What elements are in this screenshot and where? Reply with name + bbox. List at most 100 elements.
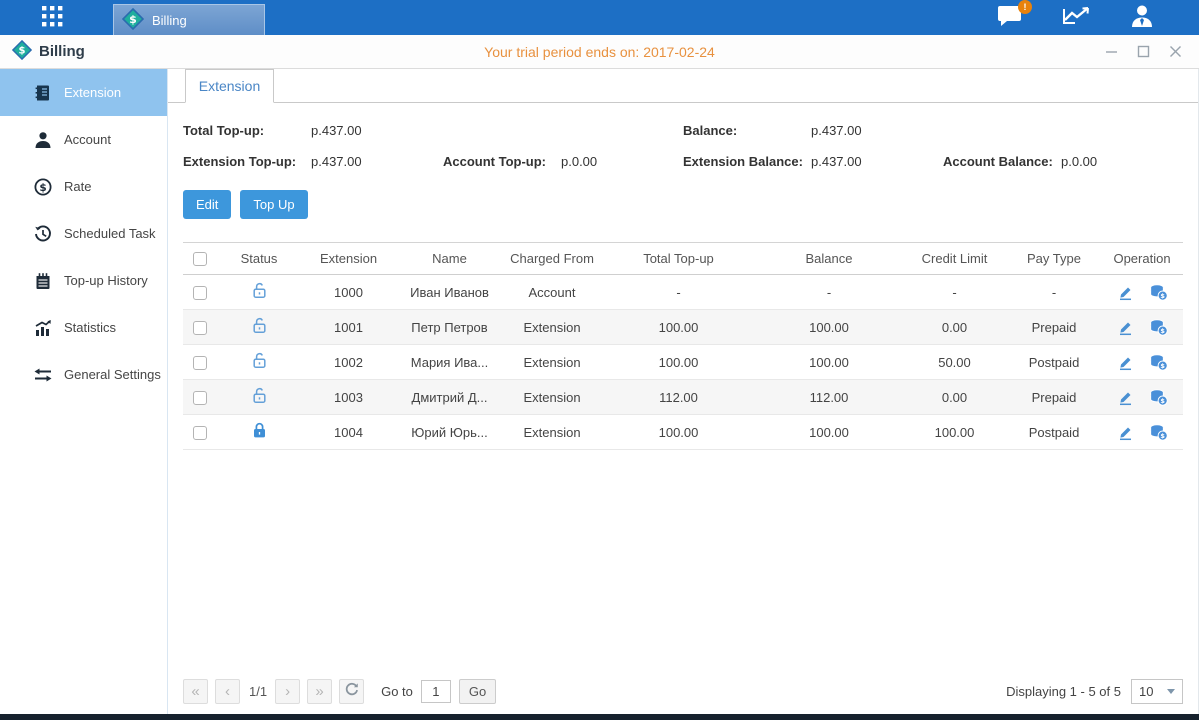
cell-total-topup: -: [601, 275, 756, 310]
top-up-coins-icon[interactable]: $: [1149, 354, 1168, 371]
cell-total-topup: 112.00: [601, 380, 756, 415]
table-row[interactable]: 1000 Иван Иванов Account - - - -: [183, 275, 1183, 310]
table-row[interactable]: 1003 Дмитрий Д... Extension 112.00 112.0…: [183, 380, 1183, 415]
bottom-strip: [0, 714, 1199, 720]
sidebar-item-label: Rate: [64, 179, 91, 194]
extension-topup-value: p.437.00: [311, 154, 429, 169]
column-header-operation[interactable]: Operation: [1101, 243, 1183, 275]
top-up-coins-icon[interactable]: $: [1149, 389, 1168, 406]
top-up-coins-icon[interactable]: $: [1149, 424, 1168, 441]
minimize-button[interactable]: [1103, 44, 1119, 60]
top-up-coins-icon[interactable]: $: [1149, 319, 1168, 336]
edit-pencil-icon[interactable]: [1117, 424, 1134, 441]
account-balance-value: p.0.00: [1061, 154, 1179, 169]
next-page-button[interactable]: ›: [275, 679, 300, 704]
statistics-topbar-button[interactable]: [1061, 5, 1091, 31]
table-header-row: Status Extension Name Charged From Total…: [183, 243, 1183, 275]
cell-balance: 100.00: [756, 310, 902, 345]
sidebar-item-topup-history[interactable]: Top-up History: [0, 257, 167, 304]
maximize-button[interactable]: [1135, 44, 1151, 60]
cell-credit-limit: 0.00: [902, 310, 1007, 345]
cell-name: Иван Иванов: [396, 275, 503, 310]
row-checkbox[interactable]: [193, 391, 207, 405]
cell-credit-limit: -: [902, 275, 1007, 310]
sidebar-item-account[interactable]: Account: [0, 116, 167, 163]
cell-total-topup: 100.00: [601, 310, 756, 345]
column-header-balance[interactable]: Balance: [756, 243, 902, 275]
billing-summary: Total Top-up: p.437.00 Extension Top-up:…: [183, 115, 1183, 177]
edit-pencil-icon[interactable]: [1117, 284, 1134, 301]
svg-text:$: $: [1160, 432, 1165, 440]
top-up-button[interactable]: Top Up: [240, 190, 307, 219]
cell-credit-limit: 0.00: [902, 380, 1007, 415]
close-button[interactable]: [1167, 44, 1183, 60]
lock-closed-icon: [251, 427, 268, 442]
column-header-pay-type[interactable]: Pay Type: [1007, 243, 1101, 275]
row-checkbox[interactable]: [193, 286, 207, 300]
statistics-chart-icon: [33, 318, 53, 338]
cell-pay-type: -: [1007, 275, 1101, 310]
user-icon: [1129, 4, 1155, 31]
messages-button[interactable]: !: [995, 5, 1025, 31]
extensions-table: Status Extension Name Charged From Total…: [183, 242, 1183, 450]
go-button[interactable]: Go: [459, 679, 496, 704]
table-row[interactable]: 1002 Мария Ива... Extension 100.00 100.0…: [183, 345, 1183, 380]
cell-pay-type: Postpaid: [1007, 415, 1101, 450]
column-header-extension[interactable]: Extension: [301, 243, 396, 275]
user-account-button[interactable]: [1127, 5, 1157, 31]
last-page-button[interactable]: »: [307, 679, 332, 704]
cell-charged-from: Extension: [503, 380, 601, 415]
lock-open-icon: [251, 322, 268, 337]
svg-text:$: $: [1160, 362, 1165, 370]
edit-pencil-icon[interactable]: [1117, 389, 1134, 406]
cell-total-topup: 100.00: [601, 345, 756, 380]
cell-pay-type: Prepaid: [1007, 380, 1101, 415]
topbar-tab-billing[interactable]: $ Billing: [113, 4, 265, 35]
table-row[interactable]: 1004 Юрий Юрь... Extension 100.00 100.00…: [183, 415, 1183, 450]
sidebar-item-scheduled-task[interactable]: Scheduled Task: [0, 210, 167, 257]
column-header-name[interactable]: Name: [396, 243, 503, 275]
app-grid-button[interactable]: [33, 0, 71, 35]
refresh-button[interactable]: [339, 679, 364, 704]
svg-text:$: $: [39, 182, 46, 194]
column-header-total-topup[interactable]: Total Top-up: [601, 243, 756, 275]
edit-pencil-icon[interactable]: [1117, 354, 1134, 371]
prev-page-button[interactable]: ‹: [215, 679, 240, 704]
first-page-button[interactable]: «: [183, 679, 208, 704]
cell-extension: 1001: [301, 310, 396, 345]
sidebar-item-rate[interactable]: $ Rate: [0, 163, 167, 210]
notification-badge: !: [1018, 0, 1032, 14]
sidebar-item-extension[interactable]: Extension: [0, 69, 167, 116]
select-all-checkbox[interactable]: [193, 252, 207, 266]
table-row[interactable]: 1001 Петр Петров Extension 100.00 100.00…: [183, 310, 1183, 345]
column-header-status[interactable]: Status: [217, 243, 301, 275]
svg-text:$: $: [1160, 327, 1165, 335]
goto-page-input[interactable]: [421, 680, 451, 703]
sidebar-item-statistics[interactable]: Statistics: [0, 304, 167, 351]
sidebar: Extension Account $ Rate: [0, 69, 168, 714]
cell-pay-type: Postpaid: [1007, 345, 1101, 380]
refresh-icon: [345, 682, 359, 700]
account-person-icon: [33, 130, 53, 150]
column-header-charged-from[interactable]: Charged From: [503, 243, 601, 275]
window-titlebar: $ Billing Your trial period ends on: 201…: [0, 35, 1199, 69]
account-topup-label: Account Top-up:: [443, 154, 561, 169]
cell-name: Юрий Юрь...: [396, 415, 503, 450]
tab-extension[interactable]: Extension: [185, 69, 274, 103]
cell-name: Петр Петров: [396, 310, 503, 345]
row-checkbox[interactable]: [193, 321, 207, 335]
row-checkbox[interactable]: [193, 426, 207, 440]
row-checkbox[interactable]: [193, 356, 207, 370]
top-up-coins-icon[interactable]: $: [1149, 284, 1168, 301]
page-indicator: 1/1: [249, 684, 267, 699]
svg-text:$: $: [19, 46, 26, 57]
sidebar-item-label: Top-up History: [64, 273, 148, 288]
edit-pencil-icon[interactable]: [1117, 319, 1134, 336]
sidebar-item-general-settings[interactable]: General Settings: [0, 351, 167, 398]
page-size-select[interactable]: 10: [1131, 679, 1183, 704]
edit-button[interactable]: Edit: [183, 190, 231, 219]
account-balance-label: Account Balance:: [943, 154, 1061, 169]
next-page-icon: ›: [285, 683, 290, 700]
cell-extension: 1003: [301, 380, 396, 415]
column-header-credit-limit[interactable]: Credit Limit: [902, 243, 1007, 275]
